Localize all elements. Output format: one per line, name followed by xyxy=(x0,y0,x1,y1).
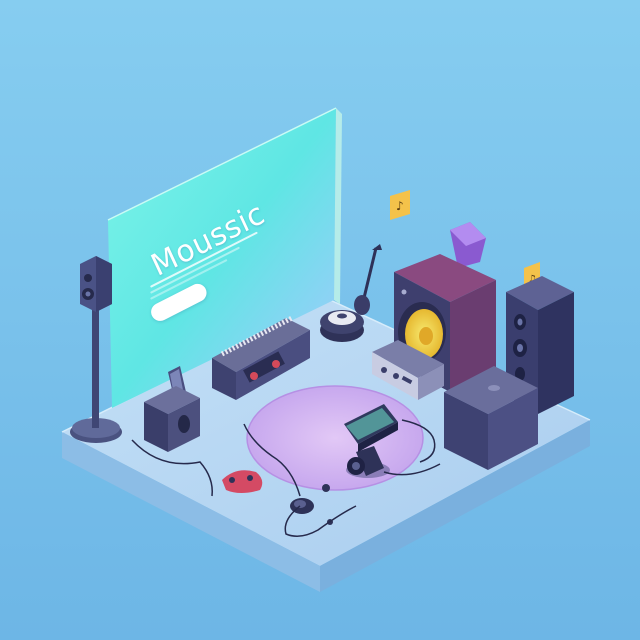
isometric-music-scene: ♪ ♫ Moussic xyxy=(0,0,640,640)
turntable-icon xyxy=(320,310,364,342)
scene-illustration: ♪ ♫ xyxy=(0,0,640,640)
svg-text:♪: ♪ xyxy=(396,199,404,213)
